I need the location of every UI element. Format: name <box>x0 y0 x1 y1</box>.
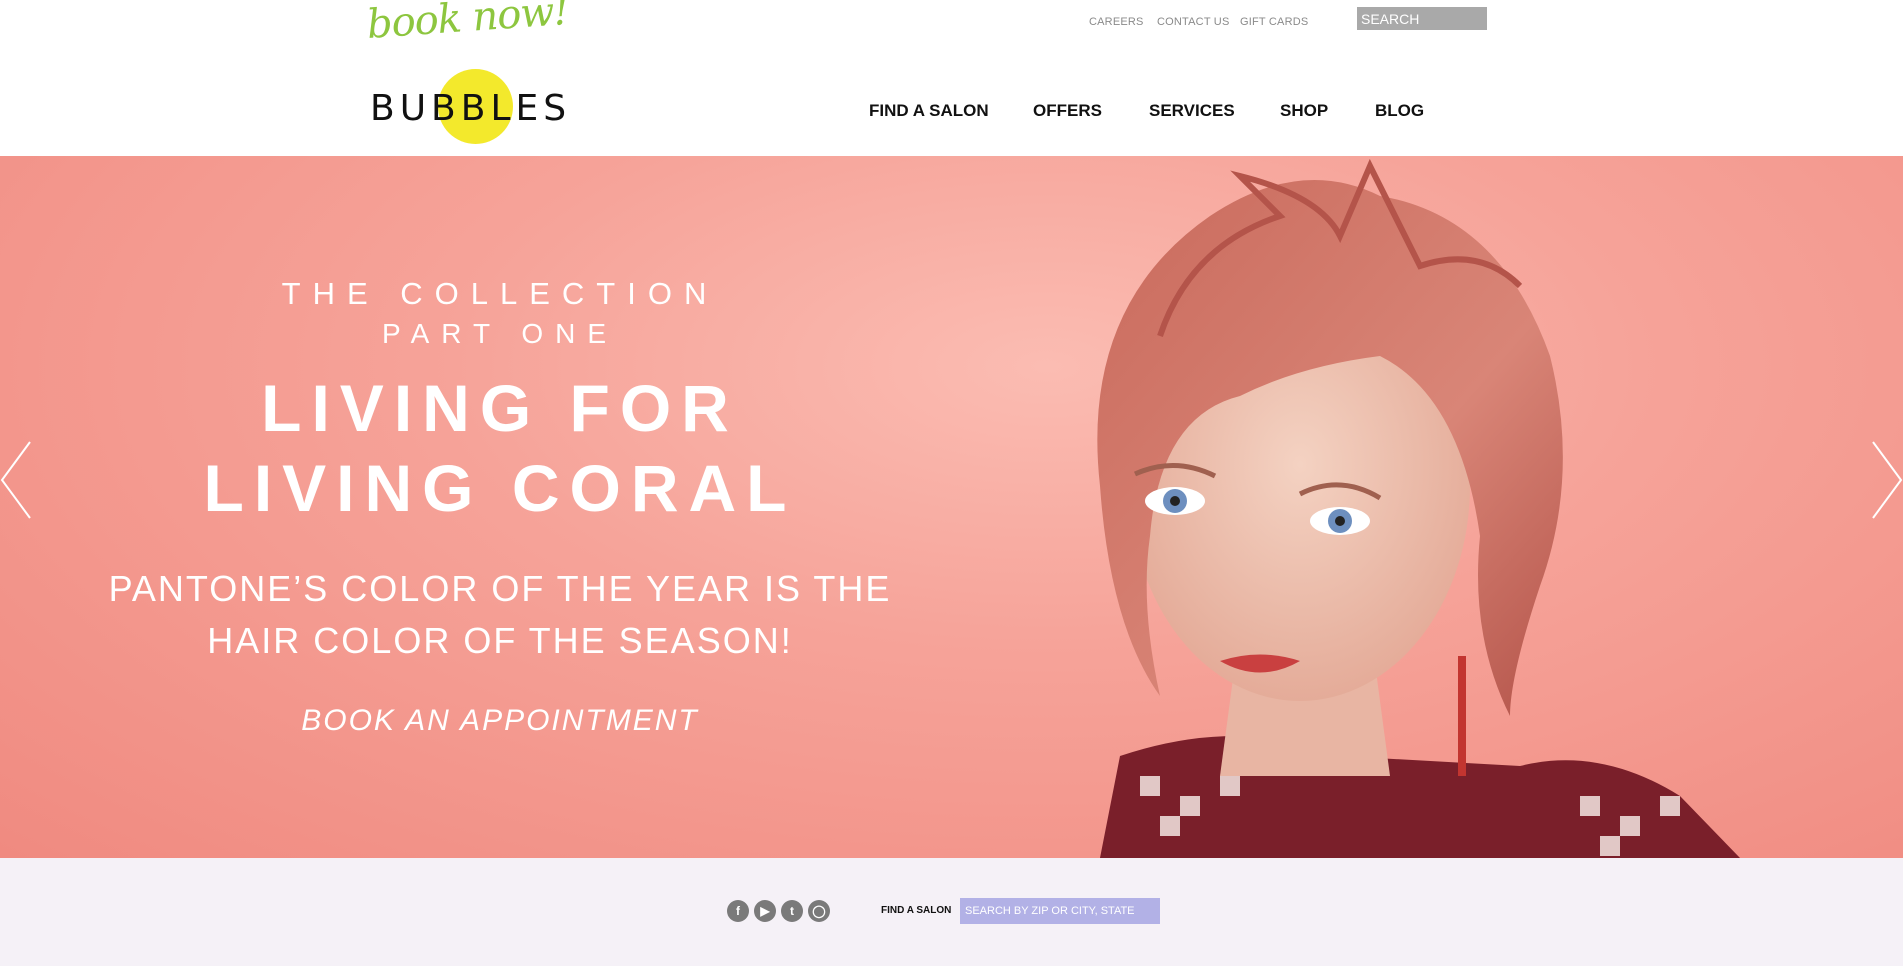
youtube-icon[interactable]: ▶ <box>754 900 776 922</box>
instagram-icon[interactable]: ◯ <box>808 900 830 922</box>
salon-search-input[interactable] <box>960 898 1160 924</box>
facebook-icon[interactable]: f <box>727 900 749 922</box>
site-header: book now! CAREERS CONTACT US GIFT CARDS … <box>0 0 1903 156</box>
book-appointment-link[interactable]: BOOK AN APPOINTMENT <box>0 704 1000 738</box>
hero-headline-2: LIVING CORAL <box>203 451 797 525</box>
logo-text: BUBBLES <box>370 88 572 129</box>
prev-slide-arrow-icon[interactable] <box>0 440 34 520</box>
nav-shop[interactable]: SHOP <box>1280 101 1328 121</box>
contact-us-link[interactable]: CONTACT US <box>1157 16 1230 28</box>
hero-banner[interactable]: THE COLLECTION PART ONE LIVING FOR LIVIN… <box>0 156 1903 858</box>
footer-bar: f ▶ t ◯ FIND A SALON <box>0 858 1903 966</box>
nav-services[interactable]: SERVICES <box>1149 101 1235 121</box>
nav-find-a-salon[interactable]: FIND A SALON <box>869 101 989 121</box>
careers-link[interactable]: CAREERS <box>1089 16 1144 28</box>
nav-offers[interactable]: OFFERS <box>1033 101 1102 121</box>
next-slide-arrow-icon[interactable] <box>1869 440 1903 520</box>
book-now-link[interactable]: book now! <box>365 0 570 48</box>
hero-line-collection: THE COLLECTION <box>281 276 719 311</box>
model-portrait <box>1097 158 1740 858</box>
hero-subtitle-2: HAIR COLOR OF THE SEASON! <box>207 620 793 661</box>
gift-cards-link[interactable]: GIFT CARDS <box>1240 16 1308 28</box>
hero-subtitle-1: PANTONE’S COLOR OF THE YEAR IS THE <box>108 568 892 609</box>
find-salon-label: FIND A SALON <box>881 905 952 916</box>
bubbles-logo[interactable]: BUBBLES <box>370 66 610 146</box>
twitter-icon[interactable]: t <box>781 900 803 922</box>
nav-blog[interactable]: BLOG <box>1375 101 1424 121</box>
site-search-input[interactable] <box>1357 7 1487 30</box>
hero-line-part-one: PART ONE <box>381 318 619 349</box>
hero-headline-1: LIVING FOR <box>261 371 739 445</box>
